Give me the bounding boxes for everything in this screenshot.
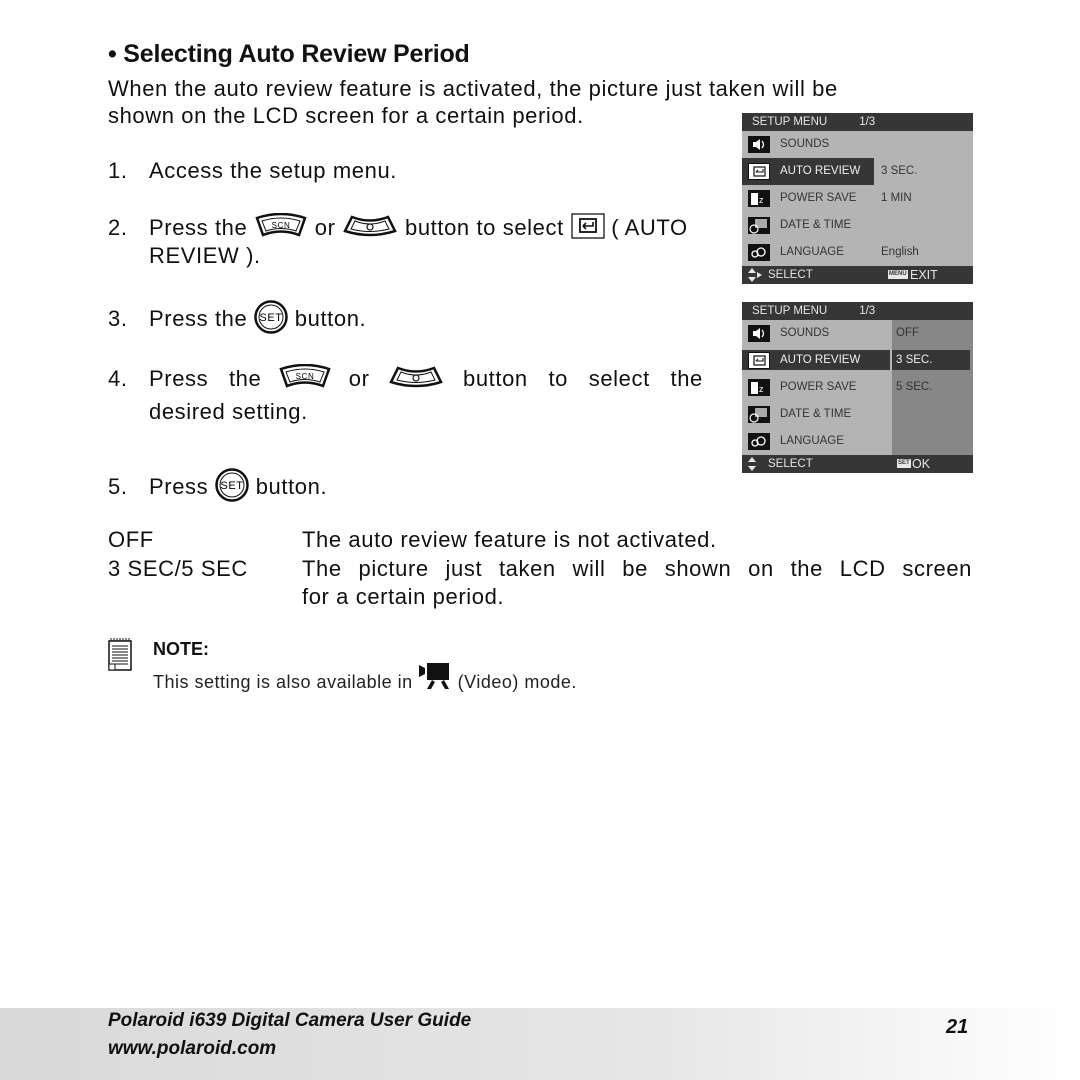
svg-text:z: z bbox=[759, 384, 764, 394]
language-icon bbox=[748, 244, 770, 261]
timer-button-icon bbox=[388, 364, 444, 396]
note-text: This setting is also available in (Video… bbox=[153, 662, 577, 695]
definition-term-off: OFF bbox=[108, 527, 154, 552]
definition-term-sec: 3 SEC/5 SEC bbox=[108, 556, 248, 581]
lcd-row-power-save: z POWER SAVE 5 SEC. bbox=[742, 374, 973, 401]
auto-review-icon bbox=[570, 213, 605, 245]
step-5: 5. Press SET button. bbox=[108, 468, 327, 508]
lcd-footer: SELECT MENU EXIT bbox=[742, 266, 973, 284]
svg-text:SET: SET bbox=[259, 312, 282, 324]
up-down-arrows-icon bbox=[747, 455, 759, 479]
svg-text:SET: SET bbox=[220, 480, 243, 492]
option-off[interactable]: OFF bbox=[896, 327, 919, 339]
notepad-icon bbox=[108, 638, 132, 677]
menu-key-icon: MENU bbox=[888, 270, 908, 279]
lcd-row-language: LANGUAGE English bbox=[742, 239, 973, 266]
power-save-icon: z bbox=[748, 379, 770, 396]
video-camera-icon bbox=[418, 662, 452, 695]
lcd-footer: SELECT SET OK bbox=[742, 455, 973, 473]
website-link[interactable]: www.polaroid.com bbox=[108, 1038, 276, 1060]
language-icon bbox=[748, 433, 770, 450]
auto-review-icon bbox=[748, 163, 770, 180]
step-2: 2. Press the SCN or button to select ( AU… bbox=[108, 212, 688, 245]
intro-line-1: When the auto review feature is activate… bbox=[108, 76, 838, 101]
power-save-icon: z bbox=[748, 190, 770, 207]
note-title: NOTE: bbox=[153, 639, 209, 659]
definition-desc-off: The auto review feature is not activated… bbox=[302, 527, 717, 552]
step-3: 3. Press the SET button. bbox=[108, 300, 366, 340]
guide-title: Polaroid i639 Digital Camera User Guide bbox=[108, 1010, 472, 1031]
navigate-arrows-icon bbox=[747, 266, 763, 290]
scn-button-icon: SCN bbox=[254, 212, 308, 245]
intro-line-2: shown on the LCD screen for a certain pe… bbox=[108, 103, 584, 128]
lcd-setup-menu-2: SETUP MENU 1/3 SOUNDS OFF AUTO REVIEW 3 S… bbox=[742, 302, 973, 473]
svg-text:SCN: SCN bbox=[272, 221, 291, 230]
definition-desc-sec-line-2: for a certain period. bbox=[302, 584, 505, 609]
calendar-clock-icon bbox=[748, 406, 770, 423]
lcd-row-date-time: DATE & TIME bbox=[742, 212, 973, 239]
lcd-row-power-save: z POWER SAVE 1 MIN bbox=[742, 185, 973, 212]
sound-icon bbox=[748, 325, 770, 342]
option-5-sec[interactable]: 5 SEC. bbox=[896, 381, 932, 393]
sound-icon bbox=[748, 136, 770, 153]
step-4: 4. Press the SCN or button to select the bbox=[108, 363, 708, 396]
lcd-row-auto-review: AUTO REVIEW 3 SEC. bbox=[742, 347, 973, 374]
page-number: 21 bbox=[946, 1016, 969, 1038]
lcd-header: SETUP MENU 1/3 bbox=[742, 302, 973, 320]
lcd-row-date-time: DATE & TIME bbox=[742, 401, 973, 428]
timer-button-icon bbox=[342, 213, 398, 245]
step-2-line-2: REVIEW ). bbox=[149, 243, 261, 268]
lcd-row-auto-review: AUTO REVIEW 3 SEC. bbox=[742, 158, 973, 185]
svg-text:z: z bbox=[759, 195, 764, 205]
lcd-row-language: LANGUAGE bbox=[742, 428, 973, 455]
section-title: • Selecting Auto Review Period bbox=[108, 40, 470, 68]
lcd-row-sounds: SOUNDS OFF bbox=[742, 320, 973, 347]
step-1: 1. Access the setup menu. bbox=[108, 158, 397, 183]
definition-desc-sec: The picture just taken will be shown on … bbox=[302, 556, 972, 581]
svg-text:SCN: SCN bbox=[296, 372, 315, 381]
calendar-clock-icon bbox=[748, 217, 770, 234]
lcd-header: SETUP MENU 1/3 bbox=[742, 113, 973, 131]
option-3-sec[interactable]: 3 SEC. bbox=[896, 354, 932, 366]
set-button-icon: SET bbox=[215, 468, 249, 508]
set-key-icon: SET bbox=[897, 459, 911, 468]
scn-button-icon: SCN bbox=[278, 363, 332, 396]
set-button-icon: SET bbox=[254, 300, 288, 340]
lcd-setup-menu-1: SETUP MENU 1/3 SOUNDS AUTO REVIEW 3 SEC. … bbox=[742, 113, 973, 284]
lcd-row-sounds: SOUNDS bbox=[742, 131, 973, 158]
step-4-line-2: desired setting. bbox=[149, 399, 308, 424]
auto-review-icon bbox=[748, 352, 770, 369]
